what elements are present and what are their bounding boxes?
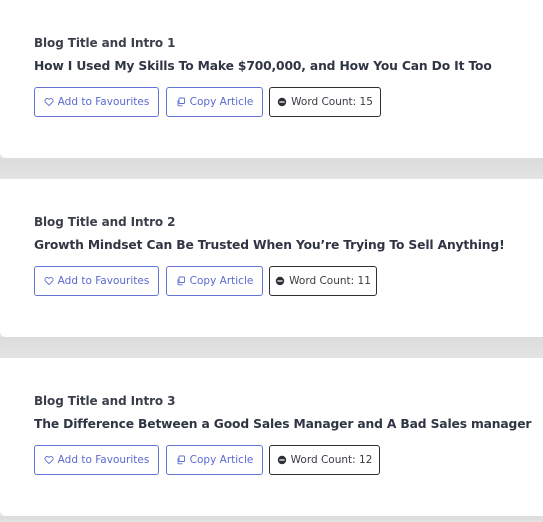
copy-article-button[interactable]: Copy Article <box>166 87 263 117</box>
article-label: Blog Title and Intro 2 <box>34 215 176 229</box>
add-to-favourites-button[interactable]: Add to Favourites <box>34 445 159 475</box>
article-card: Blog Title and Intro 2 Growth Mindset Ca… <box>0 179 543 337</box>
heart-icon <box>44 276 54 286</box>
copy-icon <box>176 455 186 465</box>
copy-article-button[interactable]: Copy Article <box>166 266 263 296</box>
article-title: How I Used My Skills To Make $700,000, a… <box>34 59 492 73</box>
article-card: Blog Title and Intro 1 How I Used My Ski… <box>0 0 543 158</box>
copy-article-label: Copy Article <box>189 275 254 287</box>
article-label: Blog Title and Intro 3 <box>34 394 176 408</box>
add-to-favourites-button[interactable]: Add to Favourites <box>34 266 159 296</box>
word-count-label: Word Count: 11 <box>289 275 371 287</box>
article-card: Blog Title and Intro 3 The Difference Be… <box>0 358 543 516</box>
add-to-favourites-label: Add to Favourites <box>57 275 150 287</box>
word-count-label: Word Count: 12 <box>290 454 373 466</box>
add-to-favourites-label: Add to Favourites <box>57 454 150 466</box>
add-to-favourites-button[interactable]: Add to Favourites <box>34 87 159 117</box>
add-to-favourites-label: Add to Favourites <box>57 96 150 108</box>
word-count-badge: Word Count: 15 <box>269 87 381 117</box>
copy-article-button[interactable]: Copy Article <box>166 445 263 475</box>
card-separator <box>0 516 543 522</box>
article-list: Blog Title and Intro 1 How I Used My Ski… <box>0 0 543 522</box>
copy-icon <box>176 97 186 107</box>
heart-icon <box>44 97 54 107</box>
word-count-label: Word Count: 15 <box>291 96 373 108</box>
heart-icon <box>44 455 54 465</box>
minus-circle-icon <box>277 455 287 465</box>
word-count-badge: Word Count: 11 <box>269 266 377 296</box>
copy-icon <box>176 276 186 286</box>
article-title: The Difference Between a Good Sales Mana… <box>34 417 532 431</box>
card-separator <box>0 158 543 179</box>
minus-circle-icon <box>275 276 285 286</box>
article-label: Blog Title and Intro 1 <box>34 36 176 50</box>
article-title: Growth Mindset Can Be Trusted When You’r… <box>34 238 505 252</box>
word-count-badge: Word Count: 12 <box>269 445 380 475</box>
card-separator <box>0 337 543 358</box>
copy-article-label: Copy Article <box>189 96 254 108</box>
copy-article-label: Copy Article <box>189 454 254 466</box>
minus-circle-icon <box>277 97 287 107</box>
